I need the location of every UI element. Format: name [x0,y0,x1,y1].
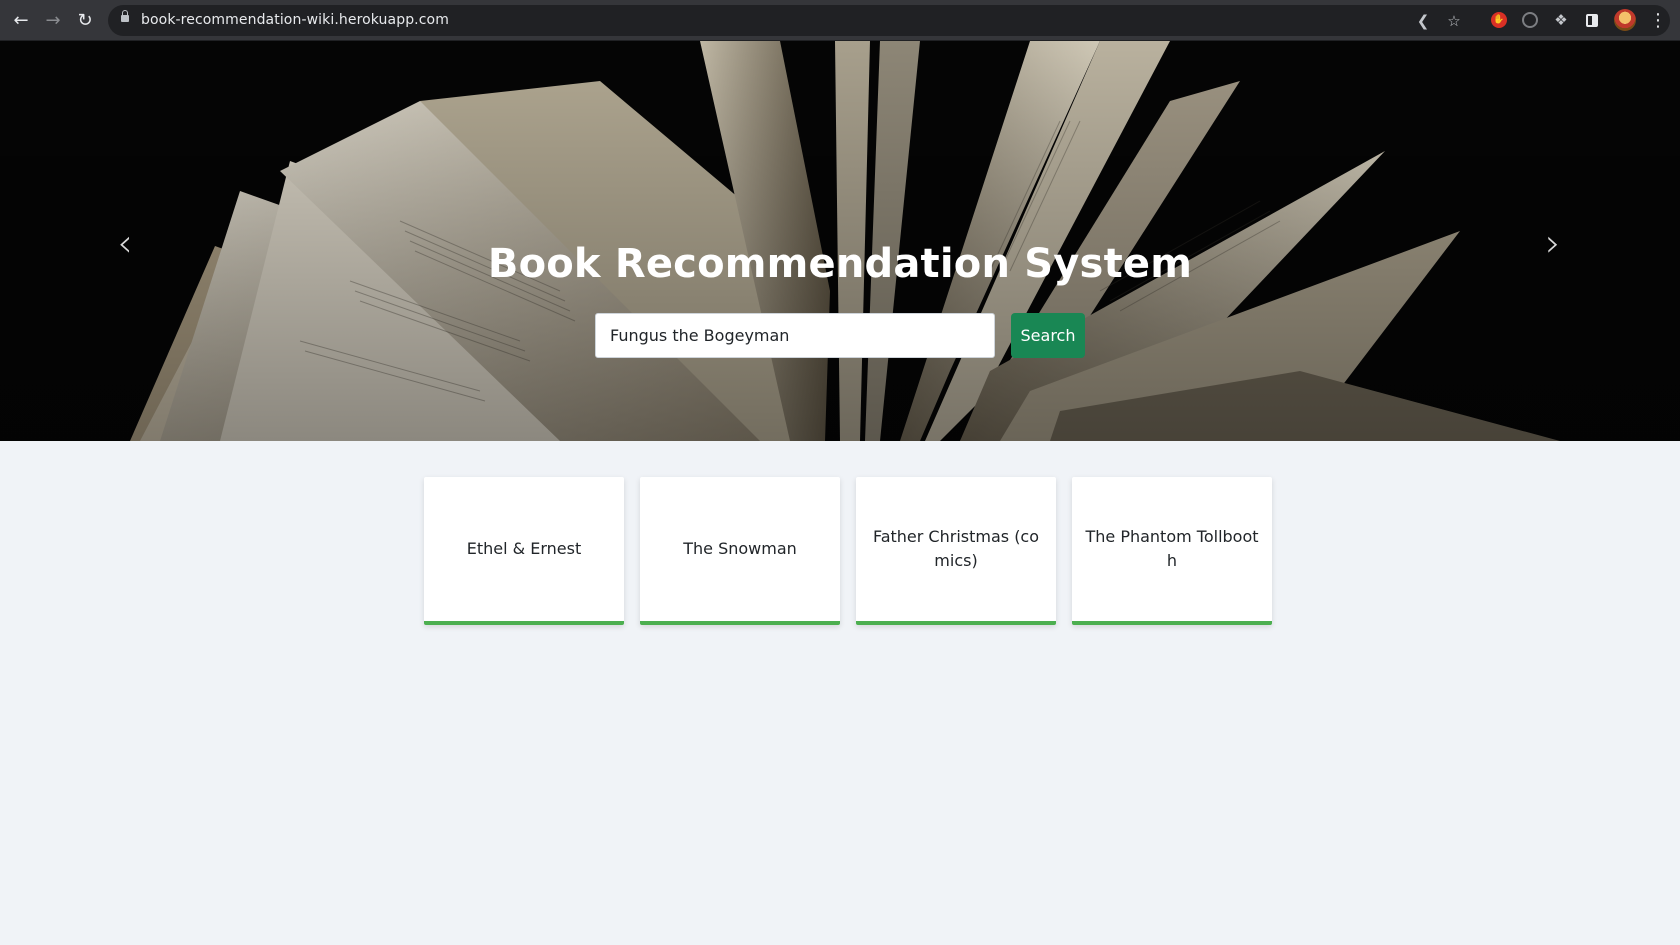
forward-icon[interactable]: → [40,8,66,34]
browser-toolbar: ← → ↻ book-recommendation-wiki.herokuapp… [0,0,1680,41]
extensions-puzzle-icon[interactable]: ❖ [1549,8,1573,32]
search-button[interactable]: Search [1011,313,1085,358]
recommendation-card[interactable]: Father Christmas (comics) [856,477,1056,625]
recommendation-title: Father Christmas (comics) [872,527,1040,570]
profile-avatar[interactable] [1613,8,1637,32]
recommendation-card[interactable]: The Phantom Tollbooth [1072,477,1272,625]
share-icon[interactable]: ❮ [1411,9,1435,33]
extension-red-icon[interactable]: ✋ [1487,8,1511,32]
side-panel-icon[interactable] [1580,8,1604,32]
more-menu-icon[interactable]: ⋮ [1646,8,1670,32]
recommendation-card[interactable]: Ethel & Ernest [424,477,624,625]
back-icon[interactable]: ← [8,8,34,34]
recommendation-list: Ethel & Ernest The Snowman Father Christ… [424,477,1272,625]
page-title: Book Recommendation System [487,241,1193,287]
reload-icon[interactable]: ↻ [72,8,98,34]
hero-banner: ‹ › Book Recommendation System Search [0,41,1680,441]
bookmark-star-icon[interactable]: ☆ [1442,9,1466,33]
url-text[interactable]: book-recommendation-wiki.herokuapp.com [141,12,449,28]
recommendation-card[interactable]: The Snowman [640,477,840,625]
recommendation-title: Ethel & Ernest [466,539,582,558]
recommendation-title: The Phantom Tollbooth [1085,527,1259,570]
lock-icon[interactable] [121,10,129,22]
address-bar[interactable]: book-recommendation-wiki.herokuapp.com ❮… [108,5,1670,36]
extension-ring-icon[interactable] [1518,8,1542,32]
search-input[interactable] [595,313,995,358]
recommendation-title: The Snowman [683,539,797,558]
